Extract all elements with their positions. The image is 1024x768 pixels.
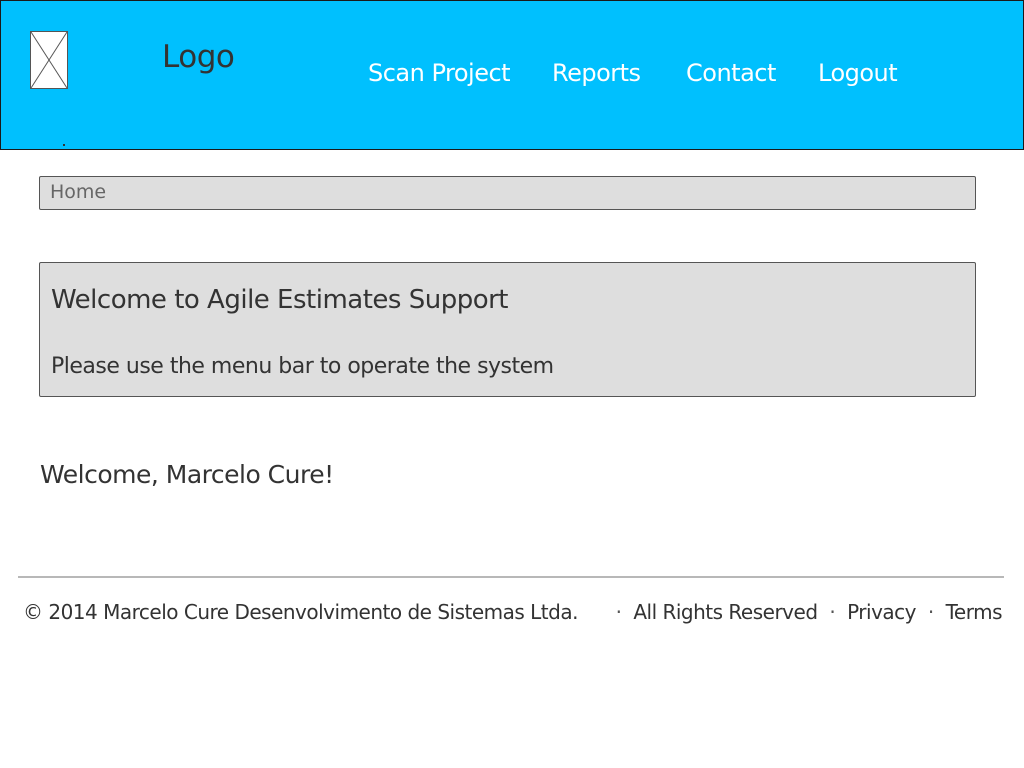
footer-link-terms[interactable]: Terms [946,600,1003,624]
breadcrumb-home[interactable]: Home [50,181,106,203]
nav-scan-project[interactable]: Scan Project [368,59,511,87]
welcome-panel: Welcome to Agile Estimates Support Pleas… [39,262,976,397]
footer-divider [18,576,1004,578]
welcome-subtitle: Please use the menu bar to operate the s… [51,354,554,379]
welcome-title: Welcome to Agile Estimates Support [51,285,509,315]
footer-all-rights-reserved: All Rights Reserved [633,600,818,624]
nav-contact[interactable]: Contact [686,59,776,87]
nav-reports[interactable]: Reports [552,59,641,87]
footer-separator: · [829,600,836,624]
logo-text: Logo [162,39,235,75]
footer-copyright: © 2014 Marcelo Cure Desenvolvimento de S… [23,600,578,624]
footer-separator: · [927,600,934,624]
nav-logout[interactable]: Logout [818,59,898,87]
user-greeting: Welcome, Marcelo Cure! [40,460,334,489]
logo-image-placeholder [30,31,68,89]
footer-separator: · [615,600,622,624]
header-dot [63,144,65,146]
footer-links: · All Rights Reserved · Privacy · Terms [610,600,1003,624]
footer-link-privacy[interactable]: Privacy [847,600,916,624]
header-bar: Logo Scan Project Reports Contact Logout [0,0,1024,150]
breadcrumb: Home [39,176,976,210]
